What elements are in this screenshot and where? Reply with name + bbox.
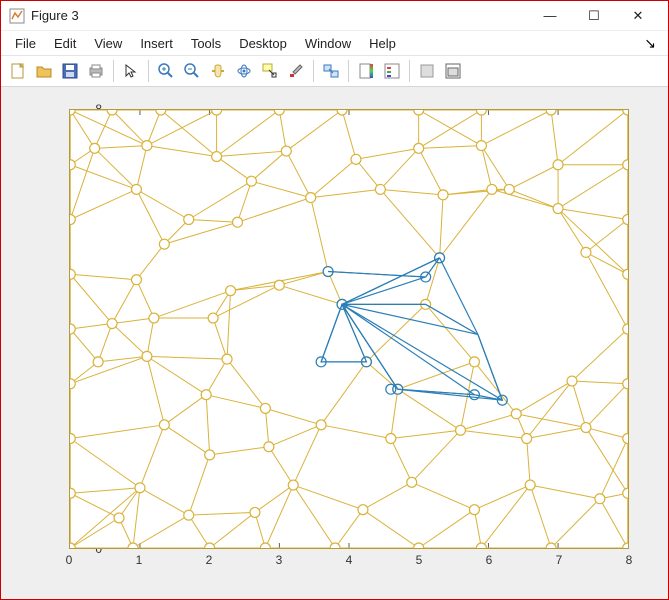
menu-edit[interactable]: Edit: [46, 34, 84, 53]
data-cursor-button[interactable]: [257, 58, 283, 84]
toolbar-separator: [113, 60, 114, 82]
menu-desktop[interactable]: Desktop: [231, 34, 295, 53]
plot-svg: [70, 110, 628, 548]
new-figure-button[interactable]: [5, 58, 31, 84]
window-title: Figure 3: [31, 8, 528, 23]
minimize-button[interactable]: —: [528, 1, 572, 31]
menubar: File Edit View Insert Tools Desktop Wind…: [1, 31, 668, 55]
link-plot-button[interactable]: [318, 58, 344, 84]
colorbar-button[interactable]: [353, 58, 379, 84]
toolbar-separator: [348, 60, 349, 82]
toolbar-overflow-icon[interactable]: ↘: [638, 33, 662, 54]
menu-window[interactable]: Window: [297, 34, 359, 53]
menu-tools[interactable]: Tools: [183, 34, 229, 53]
matlab-figure-icon: [9, 8, 25, 24]
titlebar: Figure 3 — ☐ ✕: [1, 1, 668, 31]
zoom-in-button[interactable]: [153, 58, 179, 84]
xtick-label: 8: [626, 553, 633, 567]
toolbar-separator: [409, 60, 410, 82]
xtick-label: 3: [276, 553, 283, 567]
pan-button[interactable]: [205, 58, 231, 84]
dock-button[interactable]: [440, 58, 466, 84]
close-button[interactable]: ✕: [616, 1, 660, 31]
axes[interactable]: [69, 109, 629, 549]
hide-tools-button[interactable]: [414, 58, 440, 84]
rotate-3d-button[interactable]: [231, 58, 257, 84]
xtick-label: 6: [486, 553, 493, 567]
open-button[interactable]: [31, 58, 57, 84]
save-button[interactable]: [57, 58, 83, 84]
menu-insert[interactable]: Insert: [132, 34, 181, 53]
maximize-button[interactable]: ☐: [572, 1, 616, 31]
print-button[interactable]: [83, 58, 109, 84]
menu-view[interactable]: View: [86, 34, 130, 53]
toolbar-separator: [313, 60, 314, 82]
xtick-label: 0: [66, 553, 73, 567]
xtick-label: 7: [556, 553, 563, 567]
pointer-button[interactable]: [118, 58, 144, 84]
xtick-label: 4: [346, 553, 353, 567]
menu-file[interactable]: File: [7, 34, 44, 53]
xtick-label: 1: [136, 553, 143, 567]
toolbar-separator: [148, 60, 149, 82]
brush-button[interactable]: [283, 58, 309, 84]
menu-help[interactable]: Help: [361, 34, 404, 53]
zoom-out-button[interactable]: [179, 58, 205, 84]
figure-canvas[interactable]: 8 7 6 5 4 3 2 1 0 0 1 2 3 4 5 6 7 8: [1, 87, 668, 599]
toolbar: [1, 55, 668, 87]
legend-button[interactable]: [379, 58, 405, 84]
xtick-label: 2: [206, 553, 213, 567]
xtick-label: 5: [416, 553, 423, 567]
